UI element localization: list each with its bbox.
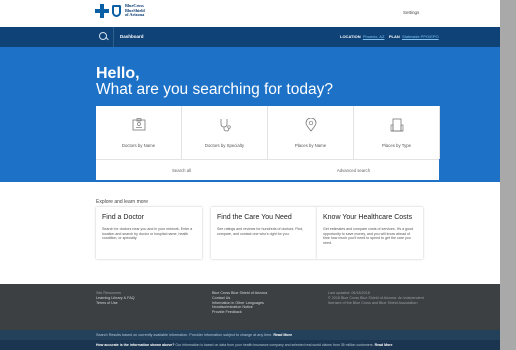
logo-line-3: of Arizona [125,12,145,18]
dashboard-link[interactable]: Dashboard [120,34,144,39]
card-heading: Find a Doctor [102,214,145,221]
hero-section: Hello, What are you searching for today?… [0,47,500,182]
read-more-link[interactable]: Read More [375,343,393,347]
advanced-search-button[interactable]: Advanced search [268,160,439,181]
nav-location-plan: LOCATION Phoenix, AZ PLAN Statewide PPO/… [340,34,439,39]
cross-logo-icon [95,4,109,18]
plan-label: PLAN [388,34,400,39]
doctor-card-icon [132,118,146,131]
tile-doctors-by-name[interactable]: Doctors by Name [96,106,182,159]
nav-bar: Dashboard LOCATION Phoenix, AZ PLAN Stat… [0,27,500,47]
logo-text: BlueCross BlueShield of Arizona [125,3,145,18]
copyright-line: licensee of the Blue Cross and Blue Shie… [328,300,419,305]
footer-col-company: Blue Cross Blue Shield of Arizona Contac… [212,291,267,315]
tile-doctors-by-specialty[interactable]: Doctors by Specialty [182,106,268,159]
plan-link[interactable]: Statewide PPO/EPO [402,34,439,39]
page: BlueCross BlueShield of Arizona Settings… [0,0,500,350]
explore-title: Explore and learn more [96,199,148,205]
search-all-label: Search all [171,168,192,173]
footer-link[interactable]: Learning Library & FAQ [96,296,135,301]
results-notice: Search Results based on currently availa… [0,330,500,340]
footer-col-legal: Last updated: 06/18/2018 © 2018 Blue Cro… [328,291,424,305]
accuracy-notice: How accurate is the information shown ab… [0,340,500,350]
find-doctor-card[interactable]: Find a Doctor Search for doctors near yo… [96,207,202,259]
accuracy-notice-text: How accurate is the information shown ab… [96,343,392,347]
card-text: Search for doctors near you and in your … [102,227,193,241]
top-header: BlueCross BlueShield of Arizona Settings [0,0,500,27]
location-link[interactable]: Phoenix, AZ [363,34,385,39]
stethoscope-icon [220,119,231,132]
window-edge [500,0,516,350]
search-card-footer: Search all Advanced search [96,159,439,181]
tile-label: Doctors by Specialty [204,143,245,148]
location-label: LOCATION [340,34,361,39]
tile-label: Doctors by Name [121,143,156,148]
find-care-card[interactable]: Find the Care You Need See ratings and r… [211,207,317,259]
search-button[interactable] [95,27,114,47]
tile-label: Places by Type [381,143,412,148]
tile-label: Places by Name [294,143,327,148]
advanced-search-label: Advanced search [336,168,371,173]
shield-logo-icon [112,5,121,17]
tile-places-by-type[interactable]: Places by Type [354,106,440,159]
read-more-link[interactable]: Read More [273,333,292,337]
map-pin-icon [305,118,317,132]
card-heading: Know Your Healthcare Costs [323,214,413,221]
results-notice-text: Search Results based on currently availa… [96,333,292,337]
accuracy-question: How accurate is the information shown ab… [96,343,175,347]
copyright-line: © 2018 Blue Cross Blue Shield of Arizona… [328,295,424,300]
footer-col-resources: Site Resources Learning Library & FAQ Te… [96,291,135,305]
card-heading: Find the Care You Need [217,214,292,221]
notice-text: Search Results based on currently availa… [96,333,273,337]
site-footer: Site Resources Learning Library & FAQ Te… [0,284,500,330]
footer-link[interactable]: Provide Feedback [212,310,267,315]
search-card: Doctors by Name Doctors by Specialty Pla… [96,106,440,181]
search-question: What are you searching for today? [96,81,333,98]
footer-link[interactable]: Terms of Use [96,301,135,306]
notice-text: Our information is based on data from yo… [175,343,374,347]
healthcare-costs-card[interactable]: Know Your Healthcare Costs Get estimates… [317,207,423,259]
tile-places-by-name[interactable]: Places by Name [268,106,354,159]
card-text: See ratings and reviews for hundreds of … [217,227,304,236]
search-all-button[interactable]: Search all [96,160,267,181]
settings-link[interactable]: Settings [403,10,419,15]
bcbs-logo[interactable]: BlueCross BlueShield of Arizona [95,3,145,18]
search-icon-handle [105,36,109,41]
card-text: Get estimates and compare costs of servi… [323,227,414,245]
building-icon [390,118,404,132]
